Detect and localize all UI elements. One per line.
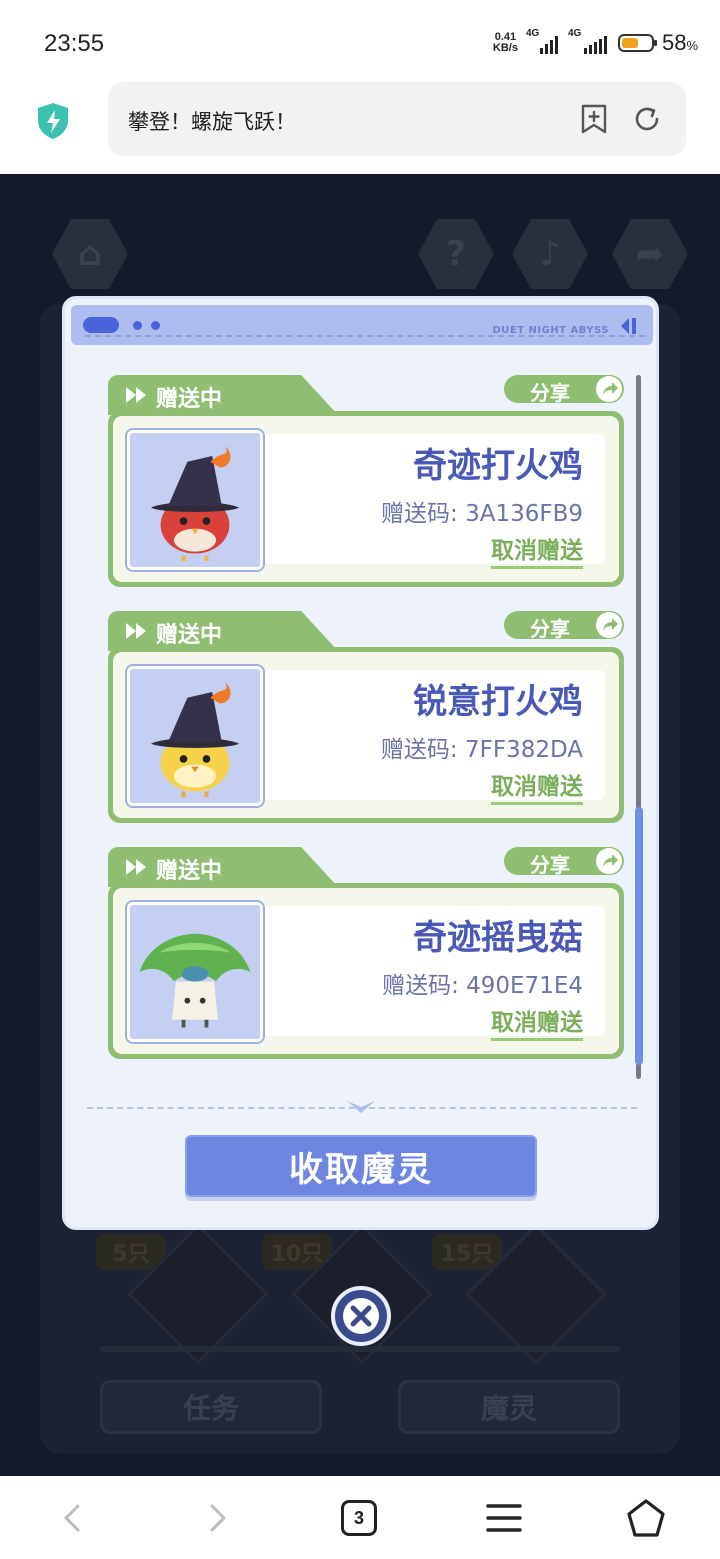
share-button[interactable]: 分享 (504, 375, 624, 405)
progress-track (100, 1346, 620, 1352)
fast-forward-icon (126, 623, 148, 639)
fast-forward-icon (126, 387, 148, 403)
share-label: 分享 (530, 381, 570, 405)
share-label: 分享 (530, 617, 570, 641)
share-arrow-icon[interactable]: ➦ (612, 219, 688, 289)
gift-modal: DUET NIGHT ABYSS 赠送中 分享 奇迹打火鸡 赠送码: 3A136… (62, 296, 659, 1230)
card-body: 奇迹打火鸡 赠送码: 3A136FB9 取消赠送 (108, 411, 624, 587)
share-arrow-icon (596, 848, 622, 874)
status-label: 赠送中 (156, 859, 223, 884)
gift-code[interactable]: 赠送码: 7FF382DA (381, 730, 583, 764)
battery-percent: 58% (662, 30, 698, 56)
tab-spirits-label: 魔灵 (480, 1392, 537, 1425)
battery-percent-unit: % (686, 38, 698, 53)
modal-header: DUET NIGHT ABYSS (71, 305, 653, 345)
status-time: 23:55 (44, 30, 105, 57)
page-title: 攀登！螺旋飞跃！ (128, 110, 296, 134)
share-label: 分享 (530, 853, 570, 877)
reload-icon[interactable] (632, 104, 662, 134)
cancel-gift-link[interactable]: 取消赠送 (491, 536, 583, 569)
chevron-down-icon (345, 1097, 377, 1117)
gift-card: 赠送中 分享 (108, 847, 624, 1059)
status-label: 赠送中 (156, 387, 223, 412)
battery-percent-value: 58 (661, 30, 687, 55)
signal-sim2-icon: 4G (568, 28, 610, 54)
back-icon[interactable] (54, 1498, 94, 1538)
share-button[interactable]: 分享 (504, 611, 624, 641)
share-arrow-icon (596, 612, 622, 638)
yellow-chick-icon (125, 664, 265, 808)
sim2-label: 4G (567, 28, 582, 39)
tab-tasks[interactable]: 任务 (100, 1380, 322, 1434)
home-icon[interactable] (626, 1498, 666, 1538)
card-body: 锐意打火鸡 赠送码: 7FF382DA 取消赠送 (108, 647, 624, 823)
spirit-name: 奇迹打火鸡 (413, 446, 583, 486)
game-viewport: ⌂ ? ♪ ➦ 5只 10只 15只 任务 魔灵 DUET NIGHT ABYS… (0, 174, 720, 1476)
header-dot (151, 321, 160, 330)
address-bar[interactable]: 攀登！螺旋飞跃！ (108, 82, 686, 156)
battery-level-fill (621, 38, 638, 48)
browser-bottom-nav: 3 (0, 1476, 720, 1559)
cancel-gift-link[interactable]: 取消赠送 (491, 1008, 583, 1041)
forward-icon[interactable] (196, 1498, 236, 1538)
tabs-button[interactable]: 3 (341, 1500, 377, 1536)
add-bookmark-icon[interactable] (580, 104, 608, 134)
header-dot (133, 321, 142, 330)
gift-card: 赠送中 分享 (108, 611, 624, 823)
music-icon[interactable]: ♪ (512, 219, 588, 289)
gift-code[interactable]: 赠送码: 3A136FB9 (381, 494, 583, 528)
battery-icon (617, 34, 657, 52)
gift-card: 赠送中 分享 (108, 375, 624, 587)
sim1-label: 4G (525, 28, 540, 39)
network-speed-unit: KB/s (492, 42, 518, 54)
fast-forward-icon (126, 859, 148, 875)
spirit-name: 奇迹摇曳菇 (413, 918, 583, 958)
status-bar: 23:55 0.41 KB/s 4G 4G 58% (0, 0, 720, 82)
card-body: 奇迹摇曳菇 赠送码: 490E71E4 取消赠送 (108, 883, 624, 1059)
signal-sim1-icon: 4G (526, 28, 560, 54)
spirit-name: 锐意打火鸡 (413, 682, 583, 722)
gift-code[interactable]: 赠送码: 490E71E4 (382, 966, 583, 1000)
brand-label: DUET NIGHT ABYSS (492, 325, 609, 336)
red-chick-icon (125, 428, 265, 572)
card-inner: 奇迹打火鸡 赠送码: 3A136FB9 取消赠送 (113, 416, 619, 582)
cancel-gift-link[interactable]: 取消赠送 (491, 772, 583, 805)
shield-bolt-icon[interactable] (36, 102, 70, 140)
share-arrow-icon (596, 376, 622, 402)
browser-toolbar: 攀登！螺旋飞跃！ (0, 82, 720, 174)
tab-spirits[interactable]: 魔灵 (398, 1380, 620, 1434)
status-label: 赠送中 (156, 623, 223, 648)
status-indicators: 0.41 KB/s 4G 4G 58% (493, 28, 698, 56)
tab-tasks-label: 任务 (182, 1392, 239, 1425)
share-button[interactable]: 分享 (504, 847, 624, 877)
green-mushroom-icon (125, 900, 265, 1044)
collect-spirits-button[interactable]: 收取魔灵 (185, 1135, 537, 1197)
network-speed: 0.41 KB/s (493, 32, 518, 54)
home-icon[interactable]: ⌂ (52, 219, 128, 289)
help-icon[interactable]: ? (418, 219, 494, 289)
card-inner: 锐意打火鸡 赠送码: 7FF382DA 取消赠送 (113, 652, 619, 818)
menu-icon[interactable] (484, 1498, 524, 1538)
milestone-badge-15: 15只 (432, 1234, 502, 1270)
collapse-icon (617, 315, 639, 337)
card-inner: 奇迹摇曳菇 赠送码: 490E71E4 取消赠送 (113, 888, 619, 1054)
close-icon[interactable] (331, 1286, 391, 1346)
scrollbar-thumb[interactable] (635, 807, 643, 1065)
header-pill (83, 317, 119, 333)
